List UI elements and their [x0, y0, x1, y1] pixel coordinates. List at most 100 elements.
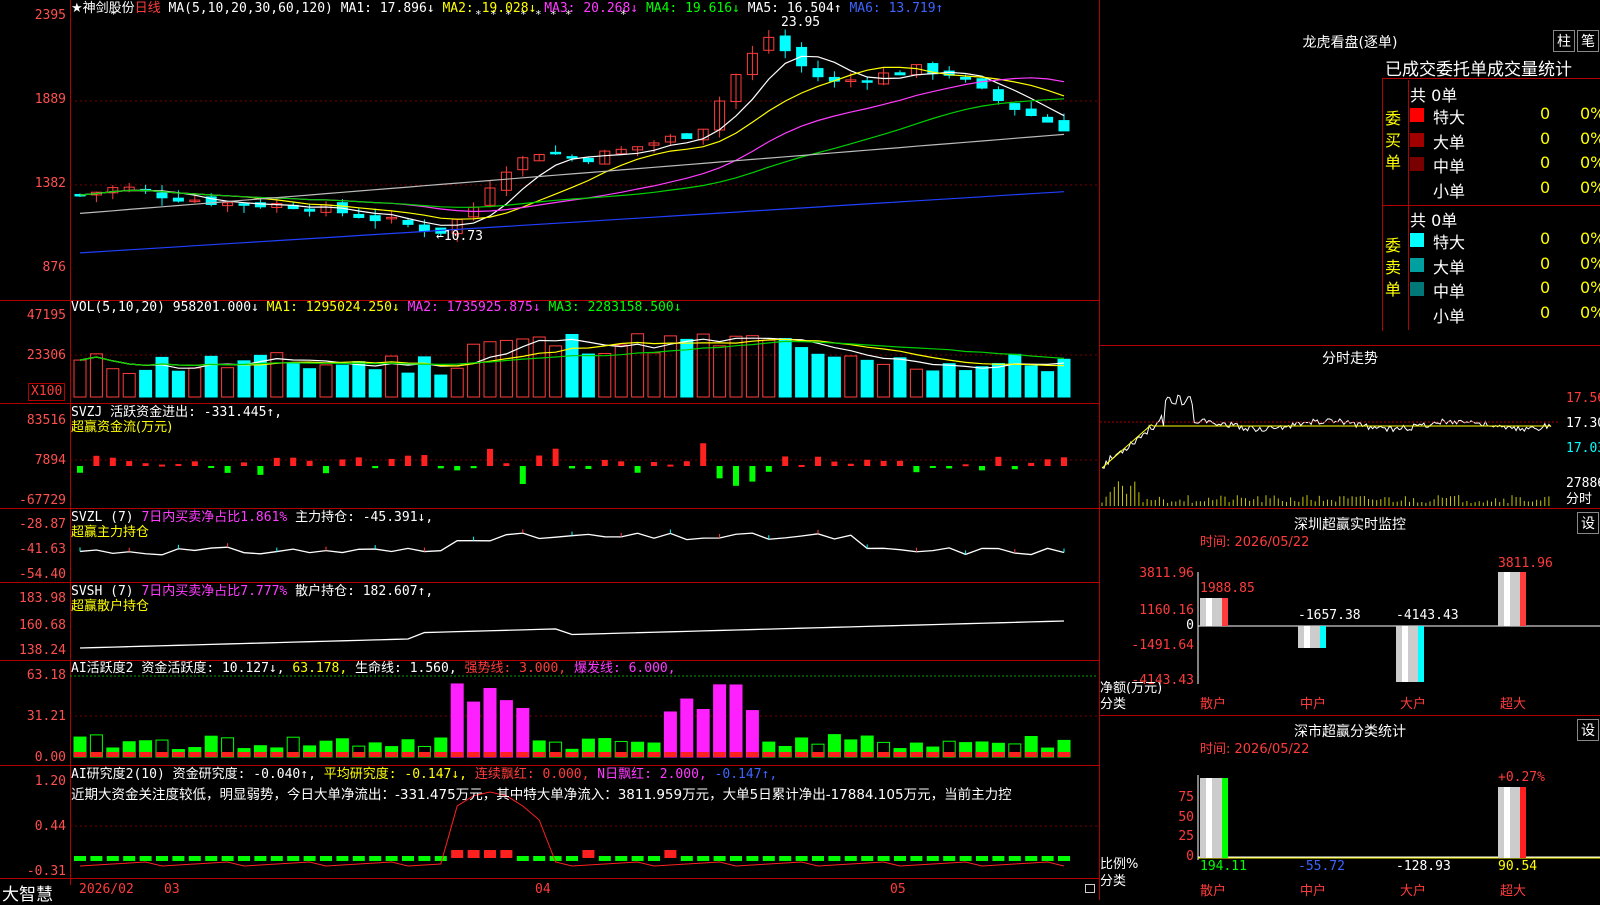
sz-monitor-tick: 1160.16 — [1139, 603, 1194, 618]
order-size-label: 小单 — [1433, 306, 1466, 326]
order-count: 0 — [1540, 229, 1551, 248]
svzj-tick: 7894 — [34, 453, 66, 468]
sz-class-tick: 50 — [1178, 810, 1194, 825]
lock-icon[interactable] — [1085, 884, 1095, 893]
money-flow-bar — [405, 455, 411, 466]
research-bar — [1058, 856, 1070, 861]
ai-research-tick: 0.44 — [34, 819, 66, 834]
svzl-title-c: 主力持仓: -45.391↓, — [295, 510, 434, 525]
volume-bar — [319, 364, 333, 398]
sz-monitor-time: 时间: 2026/05/22 — [1200, 535, 1310, 550]
active-base-bar — [434, 752, 447, 757]
candle-body — [992, 89, 1004, 101]
sell-orders-label: 委卖单 — [1385, 236, 1402, 299]
ai-active-title-e: 强势线: 3.000, — [464, 661, 567, 676]
active-base-bar — [221, 752, 234, 757]
ai-research-title-f: -0.147↑, — [714, 767, 778, 782]
research-bar — [156, 856, 168, 861]
candle-body — [369, 215, 381, 222]
ma30-line — [79, 98, 1065, 208]
ma20-line — [79, 77, 1065, 213]
order-size-label: 中单 — [1433, 282, 1466, 301]
research-bar — [844, 856, 857, 861]
active-base-bar — [631, 752, 644, 757]
volume-bar — [188, 367, 202, 398]
money-flow-bar — [257, 466, 264, 475]
volume-bar — [335, 364, 349, 398]
bar-view-button[interactable]: 柱 — [1553, 30, 1575, 52]
research-bar — [926, 856, 939, 861]
volume-bar — [877, 363, 891, 398]
money-flow-bar — [290, 457, 297, 466]
research-bar — [1008, 856, 1021, 861]
vol-ma1: MA1: 1295024.250↓ — [266, 300, 400, 315]
app-logo[interactable]: 大智慧 — [2, 880, 53, 905]
active-base-bar — [533, 752, 546, 757]
volume-bar — [368, 369, 382, 398]
ai-research-title-b: 资金研究度: -0.040↑, — [172, 767, 316, 782]
money-flow-bar — [847, 463, 854, 466]
volume-bar — [991, 363, 1005, 398]
active-base-bar — [746, 752, 759, 757]
svsh-title-c: 散户持仓: 182.607↑, — [295, 584, 434, 599]
active-base-bar — [106, 752, 119, 757]
sz-class-settings-button[interactable]: 设 — [1577, 719, 1599, 741]
sz-monitor-settings-button[interactable]: 设 — [1577, 512, 1599, 534]
buy-total: 共 0单 — [1410, 86, 1458, 105]
sz-monitor-bar-shine — [1304, 626, 1310, 648]
active-base-bar — [188, 752, 201, 757]
candle-body — [812, 68, 824, 78]
research-bar — [484, 850, 496, 858]
research-bar — [336, 856, 349, 861]
sell-total: 共 0单 — [1410, 211, 1458, 230]
money-flow-bar — [618, 461, 625, 466]
ai-active-title-a: AI活跃度2 — [71, 661, 134, 676]
money-flow-bar — [929, 466, 936, 468]
volume-bar — [762, 339, 776, 398]
order-percent: 0% — [1580, 229, 1600, 248]
money-flow-bar — [93, 455, 100, 466]
research-bar — [385, 856, 398, 861]
sz-class-category: 散户 — [1200, 884, 1227, 899]
sz-class-value: -55.72 — [1298, 859, 1345, 874]
active-bar — [729, 684, 743, 758]
active-base-bar — [910, 752, 923, 757]
research-bar — [582, 850, 595, 858]
money-flow-bar — [323, 466, 329, 474]
volume-bar — [827, 356, 841, 398]
tick-view-button[interactable]: 笔 — [1577, 30, 1599, 52]
order-count: 0 — [1540, 302, 1551, 322]
sz-class-value: 194.11 — [1200, 859, 1247, 874]
active-base-bar — [844, 752, 857, 757]
active-base-bar — [205, 752, 218, 757]
money-flow-bar — [880, 460, 887, 466]
active-base-bar — [779, 752, 792, 757]
candle-body — [861, 80, 873, 83]
svsh-header: SVSH (7) 7日内买卖净占比7.777% 散户持仓: 182.607↑, — [71, 584, 433, 600]
sz-monitor-value: 3811.96 — [1498, 556, 1553, 571]
order-percent: 0% — [1580, 278, 1600, 297]
order-percent: 0% — [1580, 153, 1600, 172]
candle-body — [779, 35, 791, 52]
research-bar — [270, 856, 283, 861]
vol-unit: X100 — [28, 383, 66, 401]
order-count: 0 — [1540, 253, 1551, 273]
active-base-bar — [943, 752, 956, 757]
period-label[interactable]: 日线 — [135, 1, 161, 16]
color-swatch — [1410, 132, 1424, 147]
sz-monitor-value: -4143.43 — [1396, 608, 1459, 623]
order-count: 0 — [1540, 177, 1551, 197]
active-base-bar — [861, 752, 874, 757]
volume-bar — [811, 353, 825, 398]
money-flow-bar — [946, 466, 953, 469]
volume-bar — [581, 353, 595, 398]
active-base-bar — [664, 752, 677, 757]
volume-bar — [1008, 353, 1022, 398]
volume-bar — [795, 347, 809, 398]
money-flow-bar — [306, 460, 313, 466]
svzl-tick: -54.40 — [19, 567, 66, 582]
low-price-label: ←10.73 — [436, 229, 483, 244]
active-base-bar — [254, 752, 267, 757]
ai-research-tick: 1.20 — [34, 774, 66, 789]
stock-name[interactable]: ★神剑股份 — [71, 1, 135, 16]
